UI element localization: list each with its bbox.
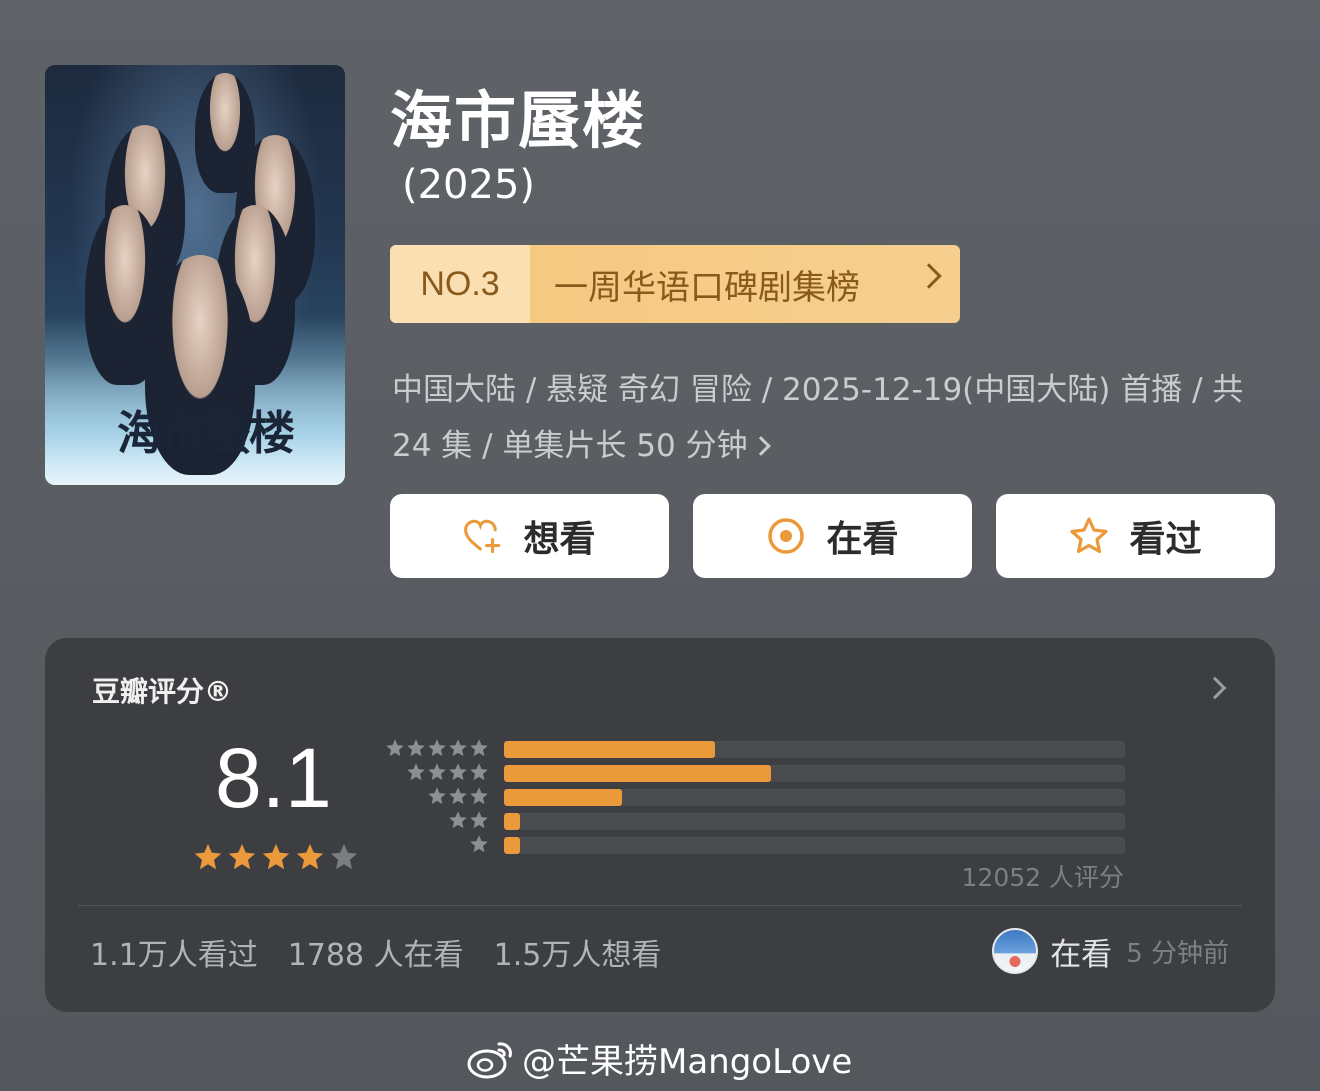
star-small-icon (448, 738, 468, 762)
friend-time: 5 分钟前 (1126, 938, 1229, 969)
meta-line-1: 中国大陆 / 悬疑 奇幻 冒险 / 2025-12-19(中国大陆) 首播 / … (392, 372, 1244, 408)
star-small-icon (448, 810, 468, 834)
watching-button[interactable]: 在看 (693, 494, 972, 578)
rating-bar-fill (504, 789, 622, 806)
vote-count: 12052 人评分 (961, 863, 1124, 892)
rating-bar-fill (504, 837, 520, 854)
star-outline-icon (1069, 516, 1109, 556)
chevron-right-icon (750, 436, 771, 456)
star-small-icon (427, 762, 447, 786)
rating-row-stars (427, 786, 489, 810)
star-small-icon (469, 834, 489, 858)
star-small-icon (469, 738, 489, 762)
poster-image[interactable]: 海市蜃楼 (45, 65, 345, 485)
target-icon (766, 516, 806, 556)
rating-bar-track (504, 741, 1125, 758)
rating-bar-fill (504, 765, 772, 782)
star-empty-icon (329, 842, 359, 876)
show-meta[interactable]: 中国大陆 / 悬疑 奇幻 冒险 / 2025-12-19(中国大陆) 首播 / … (392, 362, 1282, 474)
rating-row-stars (469, 834, 489, 858)
poster-title: 海市蜃楼 (117, 406, 295, 460)
star-small-icon (448, 762, 468, 786)
want-label: 想看 (523, 519, 596, 560)
score-stars (193, 842, 359, 876)
rating-bar-track (504, 837, 1125, 854)
show-title: 海市蜃楼 (390, 84, 647, 157)
rank-number: NO.3 (390, 245, 530, 323)
heart-plus-icon (463, 516, 503, 556)
star-small-icon (469, 786, 489, 810)
rating-bar-fill (504, 813, 520, 830)
star-filled-icon (193, 842, 223, 876)
meta-line-2-text: 24 集 / 单集片长 50 分钟 (392, 428, 748, 464)
stat-want[interactable]: 1.5万人想看 (494, 930, 662, 974)
star-small-icon (469, 810, 489, 834)
avatar (992, 928, 1039, 974)
rating-bar-fill (504, 741, 716, 758)
rating-row-stars (385, 738, 489, 762)
rating-bar-track (504, 813, 1125, 830)
watermark-text: @芒果捞MangoLove (522, 1042, 853, 1082)
friend-status: 在看 (1050, 936, 1113, 973)
rating-score: 8.1 (215, 731, 332, 825)
star-small-icon (385, 738, 405, 762)
rating-card: 豆瓣评分® 8.1 12052 人评分 1.1万人看过 1788 人在看 1.5… (45, 638, 1275, 1012)
weibo-icon (466, 1038, 516, 1080)
stat-watched[interactable]: 1.1万人看过 (90, 930, 258, 974)
want-button[interactable]: 想看 (390, 494, 669, 578)
star-small-icon (427, 786, 447, 810)
chevron-right-icon[interactable] (1203, 676, 1227, 700)
watched-label: 看过 (1129, 519, 1202, 560)
star-filled-icon (227, 842, 257, 876)
rating-bar-track (504, 789, 1125, 806)
rating-row-stars (406, 762, 489, 786)
rank-list-name: 一周华语口碑剧集榜 (554, 267, 860, 308)
rating-label: 豆瓣评分® (92, 675, 233, 708)
star-small-icon (406, 762, 426, 786)
star-small-icon (469, 762, 489, 786)
watched-button[interactable]: 看过 (996, 494, 1275, 578)
divider (78, 905, 1242, 906)
rating-row-stars (448, 810, 489, 834)
stat-watching[interactable]: 1788 人在看 (288, 930, 464, 974)
star-filled-icon (295, 842, 325, 876)
audience-stats: 1.1万人看过 1788 人在看 1.5万人想看 (90, 930, 661, 974)
watching-label: 在看 (826, 519, 899, 560)
star-filled-icon (261, 842, 291, 876)
star-small-icon (427, 738, 447, 762)
rating-bar-track (504, 765, 1125, 782)
meta-line-2: 24 集 / 单集片长 50 分钟 (392, 418, 1282, 474)
show-year: (2025) (402, 162, 536, 208)
watermark: @芒果捞MangoLove (466, 1034, 852, 1083)
friend-activity[interactable]: 在看 5 分钟前 (992, 928, 1229, 974)
rank-badge[interactable]: NO.3 一周华语口碑剧集榜 (390, 245, 960, 323)
star-small-icon (406, 738, 426, 762)
star-small-icon (448, 786, 468, 810)
